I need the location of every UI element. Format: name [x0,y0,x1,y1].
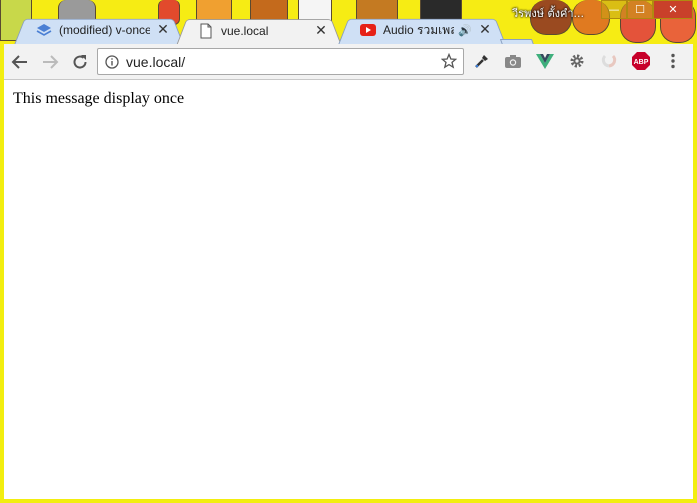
gear-icon[interactable] [566,50,588,72]
url-input[interactable] [126,53,426,70]
tab-title: vue.local [221,23,269,38]
eyedropper-icon[interactable] [471,50,493,72]
browser-window: วีรพงษ์ ตั้งคำ... — ☐ ✕ (modified) v-onc… [0,0,697,503]
audio-playing-icon[interactable]: 🔊 [458,24,472,37]
document-icon [198,23,214,39]
vue-devtools-icon[interactable] [534,50,556,72]
tab-strip: (modified) v-once - ✕ vue.local ✕ Audio … [0,15,697,56]
tab-title: Audio รวมเพลงแ [383,22,455,37]
svg-text:ABP: ABP [634,59,649,66]
reload-button[interactable] [66,48,94,76]
menu-icon[interactable] [662,50,684,72]
site-info-icon[interactable] [104,54,120,70]
page-message: This message display once [13,90,185,107]
reload-icon [73,54,87,69]
close-tab-icon[interactable]: ✕ [156,23,170,37]
forward-arrow-icon [43,54,59,69]
back-button[interactable] [6,48,34,76]
forward-button[interactable] [36,48,64,76]
youtube-icon [360,22,376,38]
camera-icon[interactable] [502,50,524,72]
disabled-extension-icon[interactable] [598,50,620,72]
tab-title: (modified) v-once - [59,23,150,37]
tab-youtube-audio[interactable]: Audio รวมเพลงแ 🔊 ✕ [338,15,506,45]
page-content: This message display once [4,80,693,499]
tab-v-once[interactable]: (modified) v-once - ✕ [14,15,184,45]
close-tab-icon[interactable]: ✕ [314,24,328,38]
close-tab-icon[interactable]: ✕ [478,23,492,37]
bookmark-star-icon[interactable] [440,52,458,69]
layers-icon [36,22,52,38]
tab-vue-local[interactable]: vue.local ✕ [176,15,342,46]
back-arrow-icon [11,54,27,69]
adblock-plus-icon[interactable]: ABP [630,50,652,72]
address-bar[interactable] [97,48,464,75]
browser-toolbar: ABP [4,44,693,80]
